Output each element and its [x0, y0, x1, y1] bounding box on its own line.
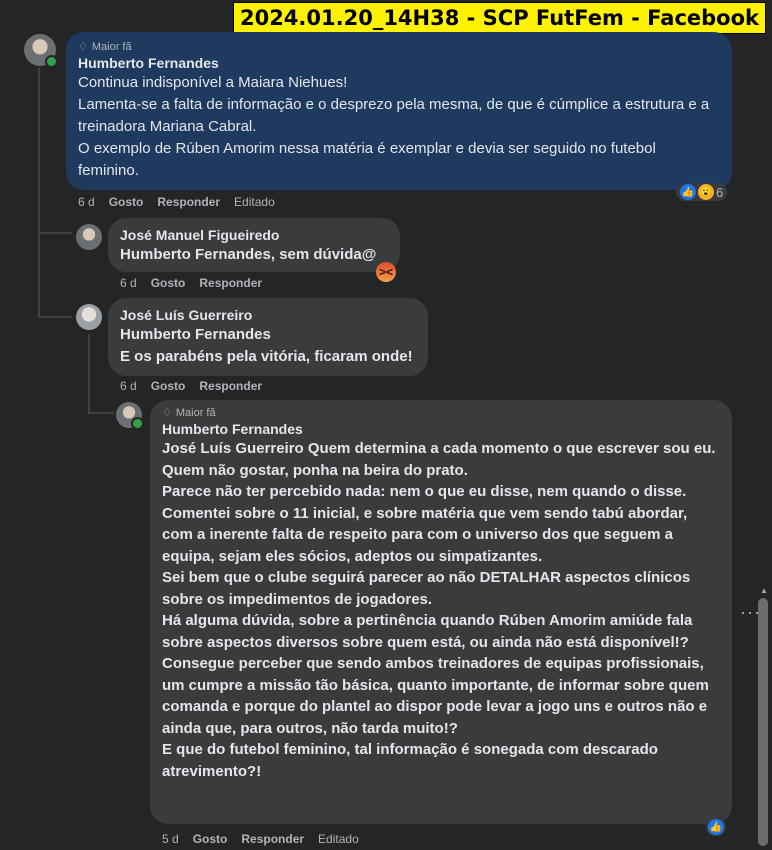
like-button[interactable]: Gosto: [193, 832, 228, 846]
like-reaction-icon: 👍: [708, 819, 724, 835]
thread-line: [88, 412, 114, 414]
timestamp[interactable]: 6 d: [120, 379, 137, 393]
wow-reaction-icon: 😮: [698, 184, 714, 200]
edited-label: Editado: [234, 195, 275, 209]
screenshot-caption: 2024.01.20_14H38 - SCP FutFem - Facebook: [232, 2, 766, 34]
like-button[interactable]: Gosto: [151, 379, 186, 393]
reply-button[interactable]: Responder: [157, 195, 220, 209]
comment-author[interactable]: José Luís Guerreiro: [120, 306, 416, 324]
reaction-summary[interactable]: 👍: [706, 818, 726, 836]
reply-button[interactable]: Responder: [241, 832, 304, 846]
timestamp[interactable]: 6 d: [120, 276, 137, 290]
comment-text: José Luís Guerreiro Quem determina a cad…: [162, 440, 716, 780]
comment-actions: 5 d Gosto Responder Editado: [162, 832, 359, 846]
avatar[interactable]: [116, 402, 144, 430]
mention-link[interactable]: José Luís Guerreiro: [162, 440, 304, 457]
top-fan-badge: ♢ Maior fã: [162, 407, 216, 419]
reaction-summary[interactable]: 👍 😮 6: [676, 183, 728, 201]
comment-bubble: José Luís Guerreiro Humberto Fernandes E…: [108, 298, 428, 376]
like-reaction-icon: 👍: [680, 184, 696, 200]
thread-line: [38, 68, 40, 318]
comment-actions: 6 d Gosto Responder Editado: [78, 195, 275, 209]
diamond-icon: ♢: [162, 407, 172, 419]
angry-reaction-icon[interactable]: ><: [376, 262, 396, 282]
comment-text: E os parabéns pela vitória, ficaram onde…: [120, 348, 413, 365]
comment-actions: 6 d Gosto Responder: [120, 379, 262, 393]
online-status-dot: [45, 55, 58, 68]
diamond-icon: ♢: [78, 41, 88, 53]
comment-text: Continua indisponível a Maiara Niehues! …: [78, 74, 714, 179]
timestamp[interactable]: 5 d: [162, 832, 179, 846]
reply-button[interactable]: Responder: [199, 276, 262, 290]
comment-author[interactable]: Humberto Fernandes: [162, 420, 720, 438]
avatar[interactable]: [76, 304, 102, 330]
top-fan-badge: ♢ Maior fã: [78, 41, 132, 53]
thread-line: [88, 334, 90, 414]
edited-label: Editado: [318, 832, 359, 846]
avatar[interactable]: [76, 224, 102, 250]
comment-text: Humberto Fernandes: [120, 326, 271, 343]
comment-bubble: José Manuel Figueiredo Humberto Fernande…: [108, 218, 400, 272]
reply-button[interactable]: Responder: [199, 379, 262, 393]
comment-bubble: ♢ Maior fã Humberto Fernandes Continua in…: [66, 32, 732, 190]
online-status-dot: [131, 417, 144, 430]
like-button[interactable]: Gosto: [109, 195, 144, 209]
comment-author[interactable]: José Manuel Figueiredo: [120, 226, 388, 244]
like-button[interactable]: Gosto: [151, 276, 186, 290]
scroll-up-arrow-icon[interactable]: ▲: [760, 586, 768, 595]
avatar[interactable]: [24, 34, 58, 68]
comment-actions: 6 d Gosto Responder: [120, 276, 262, 290]
scrollbar-thumb[interactable]: [758, 598, 768, 846]
comment-text: Humberto Fernandes, sem dúvida@: [120, 246, 377, 263]
comment-author[interactable]: Humberto Fernandes: [78, 54, 720, 72]
thread-line: [38, 316, 72, 318]
comment-bubble: ♢ Maior fã Humberto Fernandes José Luís G…: [150, 400, 732, 824]
timestamp[interactable]: 6 d: [78, 195, 95, 209]
thread-line: [38, 232, 72, 234]
